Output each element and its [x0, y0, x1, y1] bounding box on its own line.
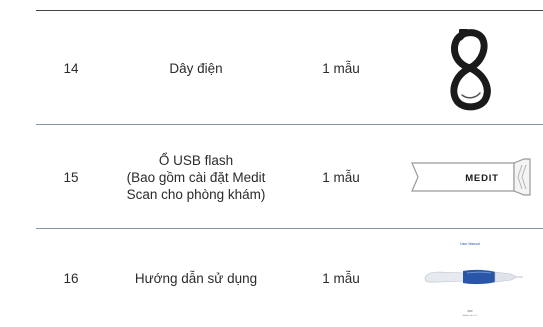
item-number: 15 — [63, 169, 79, 185]
item-quantity: 1 mẫu — [322, 169, 360, 185]
table-row: 16 Hướng dẫn sử dụng 1 mẫu User Manual i… — [36, 229, 543, 327]
manual-title: User Manual — [460, 242, 480, 246]
table-row: 14 Dây điện 1 mẫu — [36, 11, 543, 125]
item-image: User Manual i600 Medit Link v2.x — [396, 229, 543, 327]
item-name: Hướng dẫn sử dụng — [134, 270, 258, 286]
items-table: 14 Dây điện 1 mẫu 15 Ổ USB flash (Bao gồ… — [0, 0, 543, 327]
item-quantity: 1 mẫu — [322, 270, 360, 286]
usb-brand-label: MEDIT — [465, 173, 499, 184]
item-image: MEDIT — [396, 125, 543, 229]
item-number: 16 — [63, 270, 79, 286]
manual-footer-version: Medit Link v2.x — [462, 314, 477, 317]
item-name: Dây điện — [169, 60, 223, 76]
table-row: 15 Ổ USB flash (Bao gồm cài đặt Medit Sc… — [36, 125, 543, 229]
item-name: Ổ USB flash (Bao gồm cài đặt Medit Scan … — [126, 152, 266, 202]
item-quantity: 1 mẫu — [322, 60, 360, 76]
item-number: 14 — [63, 60, 79, 76]
item-image — [396, 11, 543, 125]
usb-flash-drive-icon: MEDIT — [410, 158, 531, 196]
user-manual-icon: User Manual i600 Medit Link v2.x — [424, 242, 523, 317]
manual-footer-model: i600 — [467, 309, 472, 313]
power-cable-icon — [449, 29, 491, 111]
